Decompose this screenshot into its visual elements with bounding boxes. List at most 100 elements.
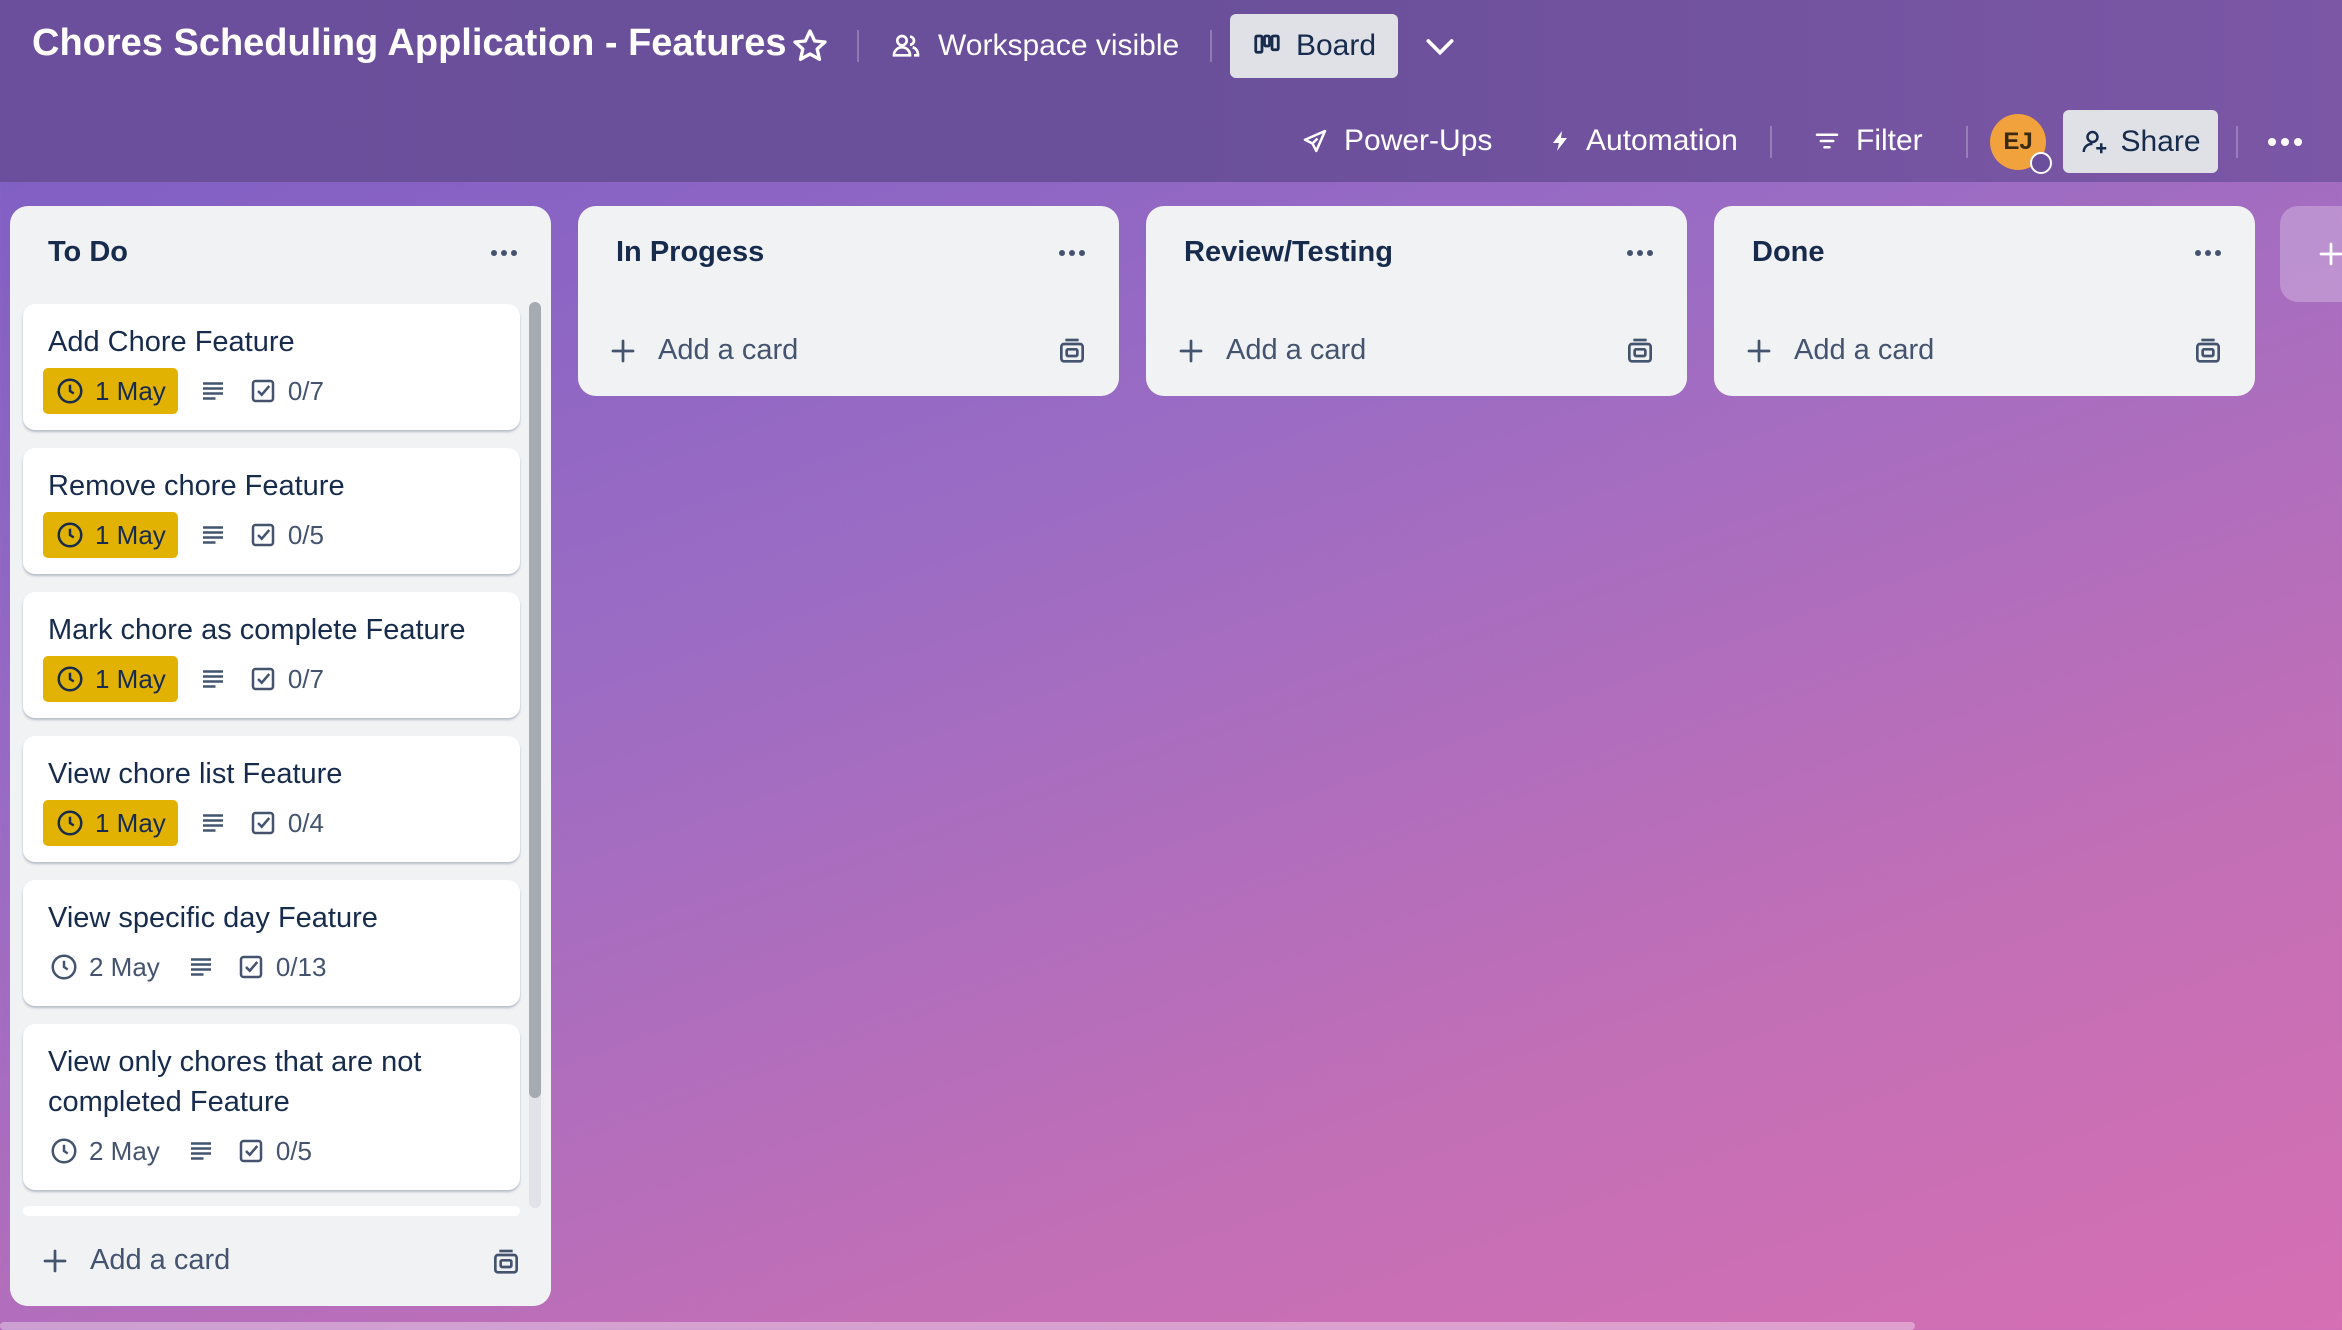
- divider: [1966, 126, 1968, 158]
- card[interactable]: [23, 1206, 520, 1216]
- board-view-button[interactable]: Board: [1230, 14, 1398, 78]
- list-in-progress: [578, 206, 1119, 396]
- plus-icon: [1179, 339, 1203, 362]
- card-template-icon[interactable]: [490, 1247, 522, 1279]
- due-date-badge[interactable]: 2 May: [43, 944, 166, 990]
- admin-badge-icon: [2030, 152, 2052, 174]
- description-icon: [202, 526, 223, 544]
- plus-icon: [2319, 242, 2342, 266]
- card-title: View specific day Feature: [48, 902, 378, 934]
- card-template-icon[interactable]: [1624, 336, 1656, 368]
- due-date-badge[interactable]: 1 May: [43, 800, 178, 846]
- due-date-text: 1 May: [95, 663, 166, 694]
- list-title[interactable]: In Progess: [616, 236, 764, 269]
- description-icon: [202, 670, 223, 688]
- board-icon: [1254, 34, 1280, 54]
- description-icon: [202, 382, 223, 400]
- description-icon: [202, 814, 223, 832]
- power-ups-button[interactable]: Power-Ups: [1300, 110, 1492, 172]
- list-scrollbar-thumb[interactable]: [529, 302, 541, 1098]
- due-date-badge[interactable]: 2 May: [43, 1128, 166, 1174]
- due-date-badge[interactable]: 1 May: [43, 368, 178, 414]
- automation-button[interactable]: Automation: [1548, 110, 1738, 172]
- checklist-count: 0/4: [287, 807, 324, 838]
- board-horizontal-scrollbar[interactable]: [0, 1322, 1915, 1330]
- star-icon[interactable]: [790, 26, 830, 66]
- card-title: Remove chore Feature: [48, 470, 345, 502]
- checkbox-icon: [239, 955, 263, 979]
- board-view-label: Board: [1295, 29, 1377, 62]
- description-icon: [190, 958, 211, 976]
- card[interactable]: Remove chore Feature 1 May 0/5: [23, 448, 520, 574]
- list-menu-icon[interactable]: [1620, 238, 1660, 268]
- description-icon: [190, 1142, 211, 1160]
- clock-icon: [57, 522, 83, 548]
- divider: [1770, 126, 1772, 158]
- list-menu-icon[interactable]: [2188, 238, 2228, 268]
- due-date-badge[interactable]: 1 May: [43, 656, 178, 702]
- divider: [2236, 126, 2238, 158]
- share-button[interactable]: Share: [2063, 110, 2218, 173]
- card-badges: 1 May 0/4: [43, 800, 324, 846]
- card[interactable]: View chore list Feature 1 May 0/4: [23, 736, 520, 862]
- list-title[interactable]: Review/Testing: [1184, 236, 1393, 269]
- list-title[interactable]: Done: [1752, 236, 1825, 269]
- card-title: Mark chore as complete Feature: [48, 614, 466, 646]
- due-date-text: 1 May: [95, 375, 166, 406]
- add-card-label: Add a card: [1226, 334, 1367, 366]
- checkbox-icon: [251, 379, 275, 403]
- list-done: [1714, 206, 2255, 396]
- list-title[interactable]: To Do: [48, 236, 128, 269]
- clock-icon: [51, 954, 77, 980]
- checklist-count: 0/7: [287, 663, 324, 694]
- chevron-down-icon[interactable]: [1420, 26, 1460, 66]
- card-badges: 1 May 0/5: [43, 512, 324, 558]
- add-card-button[interactable]: Add a card: [40, 1244, 230, 1277]
- checkbox-icon: [251, 811, 275, 835]
- filter-label: Filter: [1856, 124, 1923, 157]
- card-title: View only chores that are not completed …: [48, 1046, 422, 1118]
- more-menu-icon[interactable]: [2260, 120, 2310, 164]
- due-date-text: 1 May: [95, 519, 166, 550]
- filter-button[interactable]: Filter: [1812, 110, 1923, 172]
- board-title[interactable]: Chores Scheduling Application - Features: [32, 22, 786, 65]
- due-date-badge[interactable]: 1 May: [43, 512, 178, 558]
- card-template-icon[interactable]: [2192, 336, 2224, 368]
- avatar-initials: EJ: [2003, 128, 2033, 155]
- checklist-count: 0/13: [275, 951, 327, 982]
- avatar[interactable]: EJ: [1990, 114, 2052, 174]
- list-menu-icon[interactable]: [1052, 238, 1092, 268]
- workspace-visible-label: Workspace visible: [938, 29, 1180, 62]
- checkbox-icon: [239, 1139, 263, 1163]
- rocket-icon: [1303, 129, 1327, 153]
- checklist-count: 0/5: [287, 519, 324, 550]
- card[interactable]: View specific day Feature 2 May 0/13: [23, 880, 520, 1006]
- checklist-badge: 0/7: [248, 664, 324, 695]
- card-badges: 2 May 0/5: [43, 1128, 312, 1174]
- list-review-testing: [1146, 206, 1687, 396]
- divider: [1210, 30, 1212, 62]
- card[interactable]: View only chores that are not completed …: [23, 1024, 520, 1190]
- add-person-icon: [2082, 130, 2107, 153]
- plus-icon: [43, 1249, 67, 1272]
- add-card-button[interactable]: Add a card: [1176, 334, 1366, 367]
- add-card-button[interactable]: Add a card: [1744, 334, 1934, 367]
- workspace-visible-button[interactable]: Workspace visible: [890, 22, 1179, 70]
- plus-icon: [611, 339, 635, 362]
- add-list-button[interactable]: [2280, 206, 2342, 302]
- plus-icon: [1747, 339, 1771, 362]
- board-header: Chores Scheduling Application - Features…: [0, 0, 2342, 182]
- card-template-icon[interactable]: [1056, 336, 1088, 368]
- clock-icon: [51, 1138, 77, 1164]
- list-menu-icon[interactable]: [484, 238, 524, 268]
- card[interactable]: Add Chore Feature 1 May 0/7: [23, 304, 520, 430]
- card-badges: 1 May 0/7: [43, 656, 324, 702]
- card-title: View chore list Feature: [48, 758, 343, 790]
- lightning-icon: [1553, 131, 1567, 151]
- card-title: Add Chore Feature: [48, 326, 295, 358]
- add-card-label: Add a card: [658, 334, 799, 366]
- add-card-button[interactable]: Add a card: [608, 334, 798, 367]
- card[interactable]: Mark chore as complete Feature 1 May 0/7: [23, 592, 520, 718]
- checklist-count: 0/7: [287, 375, 324, 406]
- due-date-text: 2 May: [89, 1135, 160, 1166]
